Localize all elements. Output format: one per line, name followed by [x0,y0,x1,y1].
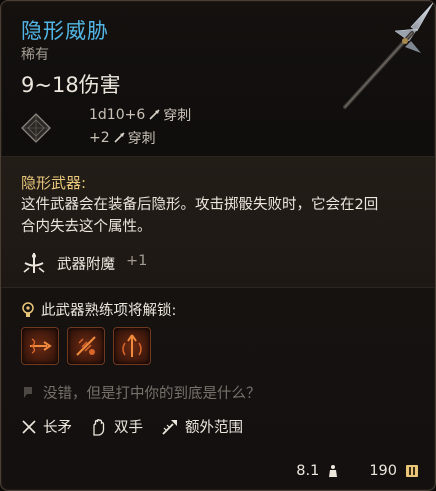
trait-reach: 额外范围 [161,416,243,437]
enchantment-label: 武器附魔 [57,257,115,273]
item-name: 隐形威胁 [21,19,109,43]
two-handed-icon [93,418,105,436]
proficiency-unlock-row: 此武器熟练项将解锁: [21,299,176,320]
lunge-attack-icon [30,338,52,354]
rush-attack-icon [76,336,96,356]
proficiency-unlock-label: 此武器熟练项将解锁: [41,303,177,319]
enchantment-bonus: +1 [126,253,148,269]
reach-icon [162,419,177,435]
trait-spear: 长矛 [21,416,72,437]
spear-weapon-icon [343,2,434,109]
item-price: 190 [369,463,397,479]
damage-type: 穿刺 [163,108,192,124]
spear-icon [22,419,36,434]
piercing-icon [149,109,160,120]
dice-icon [21,113,51,143]
property-title: 隐形武器: [21,174,87,192]
item-rarity: 稀有 [21,47,49,63]
property-description: 这件武器会在装备后隐形。攻击掷骰失败时，它会在2回合内失去这个属性。 [21,197,379,235]
item-footer: 8.1 190 [296,463,419,479]
gold-coin-icon [406,465,418,477]
trait-label: 额外范围 [185,420,243,436]
weapon-traits: 长矛 双手 额外范围 [21,416,261,437]
damage-type: 穿刺 [127,131,156,147]
bulb-icon [22,301,34,317]
damage-line: 1d10+6 穿刺 [89,105,191,125]
damage-range: 9~18伤害 [21,73,121,97]
weight-icon [329,465,338,477]
quote-icon [24,386,32,398]
damage-value: 1d10+6 [89,107,146,123]
trait-label: 长矛 [43,420,72,436]
piercing-icon [114,132,125,143]
item-header: 隐形威胁 稀有 9~18伤害 1d10+6 穿刺 +2 穿刺 [1,1,435,151]
item-tooltip: 隐形威胁 稀有 9~18伤害 1d10+6 穿刺 +2 穿刺 隐形武器: 这件武… [0,0,436,491]
weapon-actions [21,327,151,365]
piercing-strike-button[interactable] [113,327,151,365]
lunge-attack-button[interactable] [21,327,59,365]
enchantment-icon [23,253,45,273]
flavor-text: 没错，但是打中你的到底是什么？ [43,386,261,402]
rush-attack-button[interactable] [67,327,105,365]
piercing-strike-icon [122,334,142,357]
flavor-text-row: 没错，但是打中你的到底是什么？ [21,382,261,403]
trait-label: 双手 [114,420,143,436]
damage-value: +2 [89,130,110,146]
weapon-property-section: 隐形武器: 这件武器会在装备后隐形。攻击掷骰失败时，它会在2回合内失去这个属性。… [1,156,435,288]
damage-line: +2 穿刺 [89,128,156,148]
item-weight: 8.1 [296,463,320,479]
trait-two-handed: 双手 [90,416,143,437]
